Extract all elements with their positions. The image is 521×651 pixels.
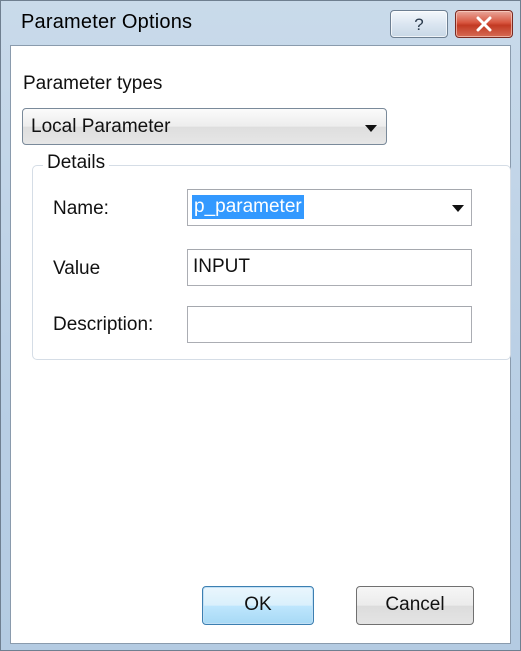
parameter-types-label: Parameter types [23,73,163,94]
value-label: Value [53,258,101,279]
parameter-types-selected: Local Parameter [31,116,171,137]
details-group-title: Details [43,152,110,174]
title-bar[interactable]: Parameter Options ? [1,1,520,45]
name-label: Name: [53,198,109,219]
name-input[interactable]: p_parameter [192,195,304,219]
value-field-text: INPUT [193,256,250,277]
close-button[interactable] [455,10,513,38]
svg-text:?: ? [414,15,423,33]
description-field[interactable] [187,306,472,343]
window-title: Parameter Options [21,11,193,33]
help-button[interactable]: ? [390,10,448,38]
parameter-types-dropdown[interactable]: Local Parameter [22,108,387,145]
dialog-client-area: Parameter types Local Parameter Details … [10,45,511,644]
ok-button[interactable]: OK [202,586,314,625]
description-label: Description: [53,314,154,335]
value-field[interactable]: INPUT [187,249,472,286]
chevron-down-icon[interactable] [452,205,464,212]
chevron-down-icon [365,125,377,132]
cancel-button[interactable]: Cancel [356,586,474,625]
name-combobox[interactable]: p_parameter [187,189,472,226]
dialog-window: Parameter Options ? Parameter types Loca… [0,0,521,651]
